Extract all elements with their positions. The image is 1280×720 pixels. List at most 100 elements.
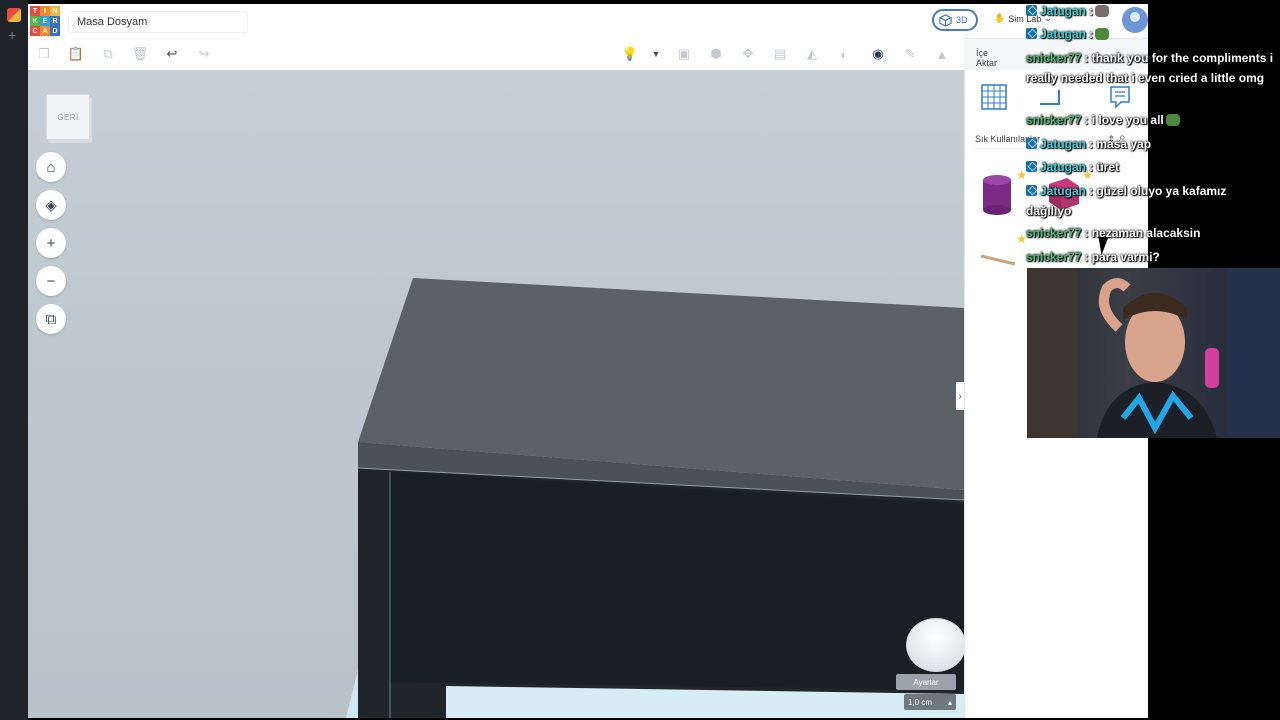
chat-username: Jatugan [1040,184,1087,198]
chat-text: : güzel oluyo ya kafamız [1089,184,1227,198]
workplane-canvas[interactable]: GERİ ⌂ ◈ + − ⧉ Ayarlar 1,0 cm ▴ › [28,70,964,718]
import-button[interactable]: İçe Aktar [976,48,997,68]
shape-cylinder[interactable]: ★ [977,168,1027,224]
document-title[interactable]: Masa Dosyam [68,11,248,33]
ungroup-icon[interactable]: ⬢ [708,46,724,62]
workplane-grid-icon[interactable] [981,84,1007,110]
chat-username: snicker77 [1026,51,1082,65]
logo-letter: A [40,26,50,36]
cube-icon [939,13,952,27]
tinkercad-logo[interactable]: TINKERCAD [30,6,60,36]
edit-toolbar: ❐ 📋 ⧉ 🗑 ↩ ↪ 💡 ▼ ▣ ⬢ ✥ ▤ ◭ ◐ ◉ ✎ ▲ İçe Ak… [28,38,997,71]
chevron-up-icon: ▴ [947,697,952,707]
cruise-icon[interactable]: ✥ [740,46,756,62]
ortho-view-button[interactable]: ⧉ [36,304,66,334]
logo-letter: D [50,26,60,36]
chat-message: snicker77: thank you for the compliments… [1026,51,1273,65]
chat-text: : üret [1089,160,1120,174]
logo-letter: K [30,16,40,26]
logo-letter: T [30,6,40,16]
workplane-scene [346,278,964,718]
chat-username: Jatugan [1040,4,1087,18]
snap-grid-select[interactable]: 1,0 cm ▴ [904,694,956,710]
orbit-sphere[interactable] [906,618,964,672]
workplane-tool-icon[interactable]: ◐ [836,46,852,62]
delete-icon[interactable]: 🗑 [132,46,149,62]
home-icon: ⌂ [46,158,56,176]
duplicate-icon[interactable]: ⧉ [100,46,116,62]
hand-icon: ✋ [994,13,1006,23]
redo-icon[interactable]: ↪ [196,46,212,62]
plus-icon: + [46,234,56,252]
logo-letter: N [50,6,60,16]
mirror-icon[interactable]: ◭ [804,46,820,62]
badge-icon [1026,5,1037,16]
logo-letter: R [50,16,60,26]
snap-grid-value: 1,0 cm [908,697,933,707]
copy-icon[interactable]: ❐ [36,46,52,62]
webcam-feed [1027,268,1280,438]
group-icon[interactable]: ▣ [676,46,692,62]
emote-icon [1095,28,1110,40]
camera-icon[interactable]: ◉ [870,46,886,62]
os-dock: + [0,0,28,720]
ruler-icon[interactable]: ▲ [934,46,950,62]
chat-username: snicker77 [1026,113,1082,127]
view-cube[interactable]: GERİ [46,94,90,140]
logo-letter: C [30,26,40,36]
chat-text: : i love you all [1084,113,1164,127]
note-icon[interactable]: ✎ [902,46,918,62]
user-avatar[interactable] [1122,7,1148,33]
chat-text: : [1089,4,1094,18]
view-mode-toggle[interactable]: 3D [932,9,978,31]
chat-text: : para varmi? [1084,250,1160,264]
minus-icon: − [46,272,56,290]
chat-username: Jatugan [1040,27,1087,41]
chat-message: Jatugan: [1026,27,1110,41]
add-tab-icon[interactable]: + [8,28,16,42]
paste-icon[interactable]: 📋 [68,46,84,62]
ruler-tool-icon[interactable] [1037,84,1063,110]
badge-icon [1026,161,1037,172]
zoom-out-button[interactable]: − [36,266,66,296]
chevron-right-icon: › [958,390,962,402]
undo-icon[interactable]: ↩ [164,46,180,62]
home-view-button[interactable]: ⌂ [36,152,66,182]
chat-text: : [1089,27,1094,41]
chevron-down-icon[interactable]: ▼ [648,46,664,62]
chat-username: Jatugan [1040,160,1087,174]
badge-icon [1026,138,1037,149]
chat-text: : thank you for the compliments i [1084,51,1274,65]
fit-view-button[interactable]: ◈ [36,190,66,220]
notes-icon[interactable] [1107,84,1133,110]
logo-letter: I [40,6,50,16]
emote-icon [1165,114,1180,126]
chat-message: snicker77: para varmi? [1026,250,1160,264]
emote-icon [1095,5,1110,17]
chat-username: snicker77 [1026,250,1082,264]
shape-rod[interactable]: ★ [977,232,1027,288]
settings-button[interactable]: Ayarlar [896,674,956,690]
panel-collapse-button[interactable]: › [956,382,964,410]
chat-message-continued: really needed that i even cried a little… [1026,71,1264,85]
light-bulb-icon[interactable]: 💡 [622,46,638,62]
badge-icon [1026,28,1037,39]
chat-text: : masa yap [1089,137,1152,151]
chat-message: snicker77: i love you all [1026,113,1180,127]
fit-view-icon: ◈ [45,197,57,214]
chat-username: Jatugan [1040,137,1087,151]
table-panel [390,472,964,690]
chat-text: dağılıyo [1026,204,1072,218]
view-mode-label: 3D [956,15,968,25]
zoom-in-button[interactable]: + [36,228,66,258]
badge-icon [1026,185,1037,196]
chat-message: snicker77: nezaman alacaksin [1026,226,1200,240]
chat-message-continued: dağılıyo [1026,204,1071,218]
chat-username: snicker77 [1026,226,1082,240]
ruler-shape-icon [1040,90,1060,105]
tinkercad-app-icon[interactable] [7,8,21,22]
chat-message: Jatugan: üret [1026,160,1119,174]
webcam-person-image [1027,268,1280,438]
logo-letter: E [40,16,50,26]
align-icon[interactable]: ▤ [772,46,788,62]
